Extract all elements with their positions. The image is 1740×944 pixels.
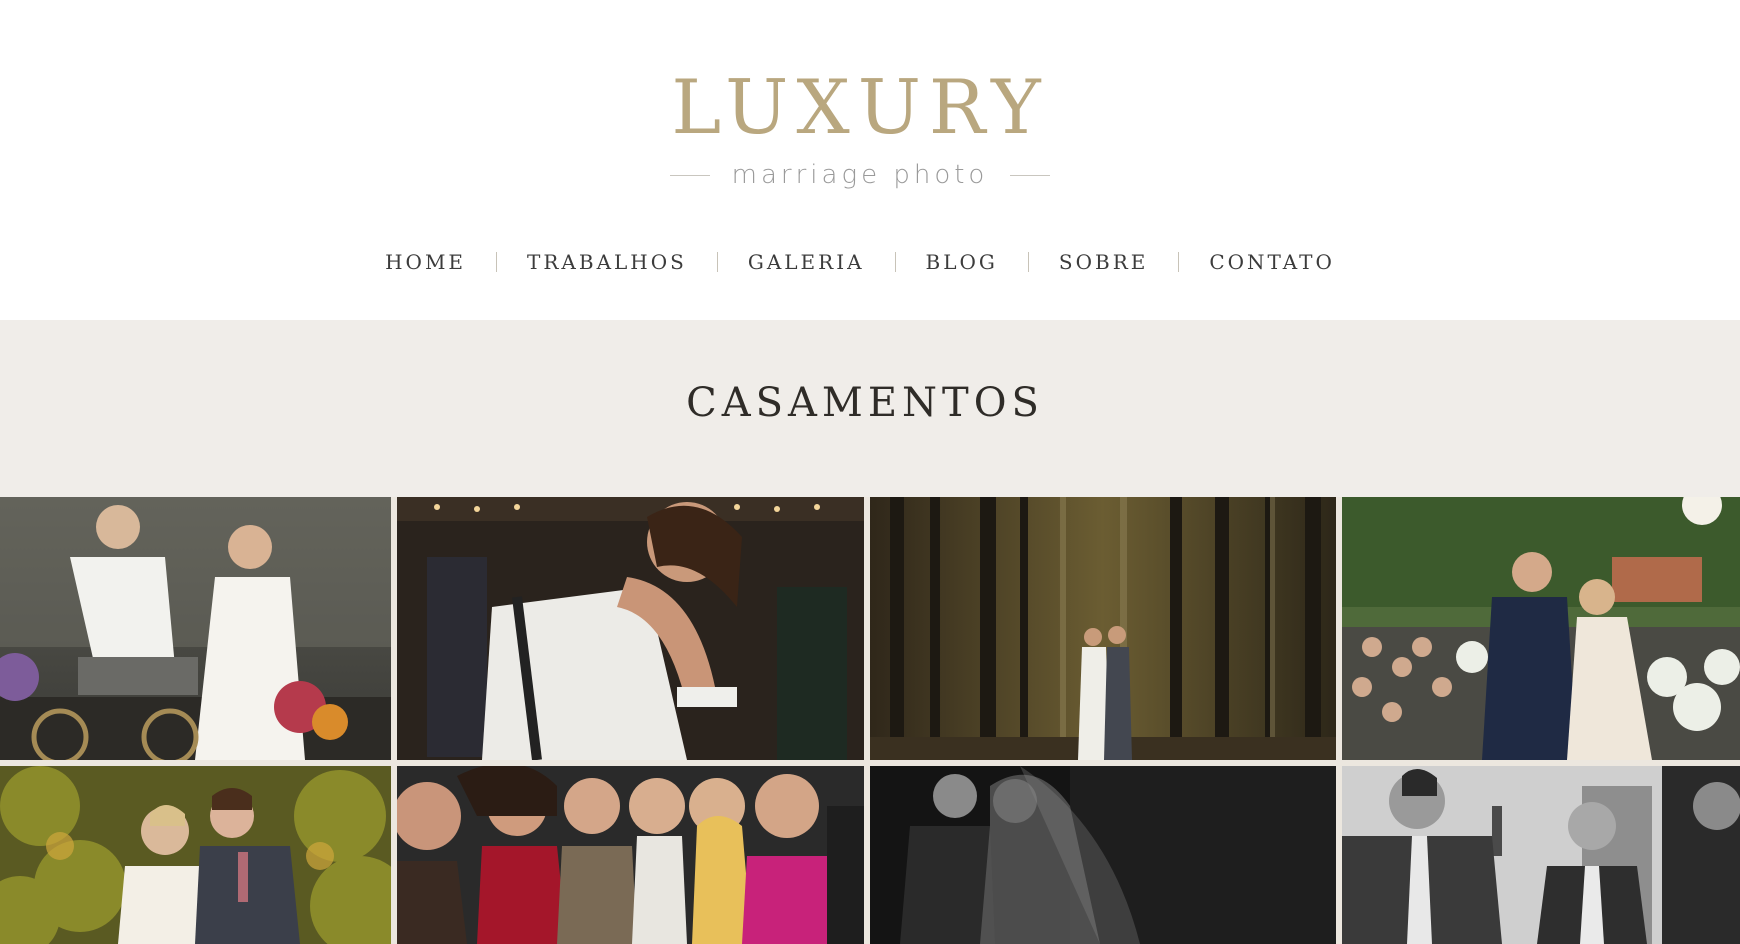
ceremony-kiss-photo[interactable] (1342, 497, 1740, 760)
logo-subtitle: marriage photo (731, 160, 989, 190)
nav-separator (1178, 252, 1180, 272)
nav-sobre[interactable]: SOBRE (1059, 250, 1148, 274)
main-nav: HOME TRABALHOS GALERIA BLOG SOBRE CONTAT… (0, 250, 1720, 274)
bw-groomsmen-photo[interactable] (1342, 766, 1740, 944)
nav-contato[interactable]: CONTATO (1209, 250, 1335, 274)
nav-separator (496, 252, 498, 272)
page: LUXURY marriage photo HOME TRABALHOS GAL… (0, 0, 1740, 944)
logo-title: LUXURY (671, 63, 1049, 151)
nav-separator (716, 252, 718, 272)
forest-couple-photo[interactable] (870, 497, 1336, 760)
nav-trabalhos[interactable]: TRABALHOS (527, 250, 687, 274)
logo[interactable]: LUXURY marriage photo (0, 62, 1720, 190)
section-title: CASAMENTOS (686, 380, 1044, 426)
guests-celebration-photo[interactable] (397, 766, 864, 944)
nav-home[interactable]: HOME (385, 250, 466, 274)
nav-galeria[interactable]: GALERIA (748, 250, 865, 274)
garden-couple-photo[interactable] (0, 766, 391, 944)
logo-subtitle-row: marriage photo (0, 160, 1720, 190)
couple-bicycle-photo[interactable] (0, 497, 391, 760)
nav-separator (1027, 252, 1029, 272)
section-band: CASAMENTOS (0, 320, 1740, 497)
nav-separator (894, 252, 896, 272)
site-header: LUXURY marriage photo HOME TRABALHOS GAL… (0, 0, 1740, 320)
bride-hug-photo[interactable] (397, 497, 864, 760)
logo-rule-right (1010, 174, 1051, 176)
bw-veil-couple-photo[interactable] (870, 766, 1336, 944)
nav-blog[interactable]: BLOG (926, 250, 998, 274)
photo-gallery (0, 497, 1740, 944)
logo-rule-left (669, 174, 710, 176)
